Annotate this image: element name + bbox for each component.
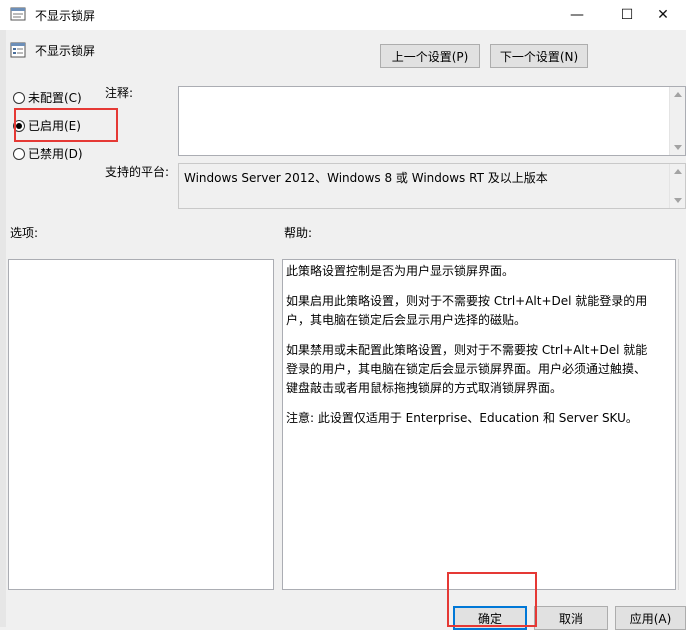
radio-not-configured-label: 未配置(C) [28,91,82,105]
radio-enabled-label: 已启用(E) [28,119,81,133]
options-panel [8,259,274,590]
ok-button[interactable]: 确定 [453,606,527,630]
close-icon: ✕ [657,7,669,23]
title-bar: 不显示锁屏 — ☐ ✕ [0,0,686,30]
next-setting-button[interactable]: 下一个设置(N) [490,44,588,68]
scroll-up-icon[interactable] [674,92,682,97]
policy-title: 不显示锁屏 [35,44,96,58]
supported-platform-value: Windows Server 2012、Windows 8 或 Windows … [184,171,548,185]
radio-enabled[interactable]: 已启用(E) [13,117,81,134]
minimize-icon: — [570,7,584,23]
window-title: 不显示锁屏 [35,9,96,23]
help-scrollbar[interactable] [678,259,686,590]
close-button[interactable]: ✕ [640,0,686,30]
supported-platform-label: 支持的平台: [105,165,170,179]
radio-enabled-circle[interactable] [13,119,25,132]
options-label: 选项: [10,226,39,240]
radio-not-configured[interactable]: 未配置(C) [13,89,82,106]
comment-scrollbar[interactable] [669,87,685,155]
policy-editor-icon [10,7,26,21]
radio-disabled[interactable]: 已禁用(D) [13,145,83,162]
minimize-button[interactable]: — [554,0,600,30]
scroll-down-icon[interactable] [674,145,682,150]
help-paragraph: 此策略设置控制是否为用户显示锁屏界面。 [286,264,515,278]
scroll-up-icon[interactable] [674,169,682,174]
supported-platform-box: Windows Server 2012、Windows 8 或 Windows … [178,163,686,209]
help-paragraph: 注意: 此设置仅适用于 Enterprise、Education 和 Serve… [286,411,638,425]
cancel-button[interactable]: 取消 [534,606,608,630]
maximize-icon: ☐ [620,7,634,23]
help-label: 帮助: [284,226,313,240]
platform-scrollbar[interactable] [669,164,685,208]
policy-setting-icon [10,42,26,58]
scroll-down-icon[interactable] [674,198,682,203]
background-window-edge [0,30,6,627]
help-paragraph: 如果禁用或未配置此策略设置，则对于不需要按 Ctrl+Alt+Del 就能登录的… [286,343,648,395]
help-paragraph: 如果启用此策略设置，则对于不需要按 Ctrl+Alt+Del 就能登录的用户，其… [286,294,648,327]
previous-setting-button[interactable]: 上一个设置(P) [380,44,480,68]
help-panel: 此策略设置控制是否为用户显示锁屏界面。 如果启用此策略设置，则对于不需要按 Ct… [282,259,676,590]
apply-button[interactable]: 应用(A) [615,606,686,630]
radio-disabled-label: 已禁用(D) [28,147,83,161]
radio-not-configured-circle[interactable] [13,91,25,104]
comment-textarea[interactable] [178,86,686,156]
radio-disabled-circle[interactable] [13,147,25,160]
comment-label: 注释: [105,86,134,100]
